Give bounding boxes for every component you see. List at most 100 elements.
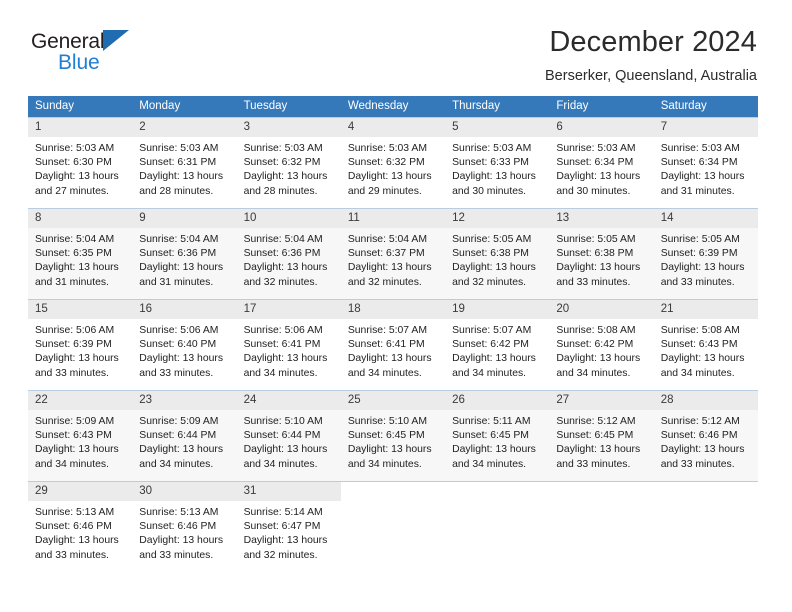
calendar-week-row: 1 Sunrise: 5:03 AM Sunset: 6:30 PM Daylight… [28,117,758,209]
day-cell[interactable]: 11 Sunrise: 5:04 AM Sunset: 6:37 PM Dayligh… [340,209,446,299]
day-cell[interactable]: 6 Sunrise: 5:03 AM Sunset: 6:34 PM Daylight… [549,118,654,208]
daylight-text-line1: Daylight: 13 hours [347,171,432,183]
sunrise-text: Sunrise: 5:13 AM [35,507,115,518]
day-cell[interactable]: 5 Sunrise: 5:03 AM Sunset: 6:33 PM Daylight… [445,118,550,208]
day-number: 7 [653,118,758,137]
sunset-text: Sunset: 6:35 PM [35,248,112,260]
day-cell[interactable]: 26 Sunrise: 5:11 AM Sunset: 6:45 PM Dayligh… [445,391,550,481]
day-cell[interactable]: 24 Sunrise: 5:10 AM Sunset: 6:44 PM Dayligh… [236,391,341,481]
day-cell[interactable]: 12 Sunrise: 5:05 AM Sunset: 6:38 PM Dayligh… [445,209,550,299]
day-number: 25 [340,391,446,410]
day-number: 24 [236,391,341,410]
sunset-text: Sunset: 6:36 PM [243,248,321,260]
day-number: 14 [653,209,758,228]
sunset-text: Sunset: 6:45 PM [556,430,634,442]
day-cell[interactable]: 29 Sunrise: 5:13 AM Sunset: 6:46 PM Dayligh… [28,482,133,572]
sunset-text: Sunset: 6:33 PM [452,157,529,169]
day-cell[interactable]: 19 Sunrise: 5:07 AM Sunset: 6:42 PM Dayligh… [445,300,550,390]
day-cell[interactable]: 2 Sunrise: 5:03 AM Sunset: 6:31 PM Daylight… [132,118,237,208]
daylight-text-line2: and 31 minutes. [660,185,735,197]
daylight-text-line2: and 28 minutes. [139,185,214,197]
day-cell[interactable]: 10 Sunrise: 5:04 AM Sunset: 6:36 PM Dayligh… [236,209,341,299]
day-info: Sunrise: 5:03 AM Sunset: 6:30 PM Daylight:… [28,137,132,199]
day-cell[interactable]: 22 Sunrise: 5:09 AM Sunset: 6:43 PM Dayligh… [28,391,133,481]
daylight-text-line1: Daylight: 13 hours [139,535,224,547]
day-cell[interactable]: 23 Sunrise: 5:09 AM Sunset: 6:44 PM Dayligh… [132,391,237,481]
day-cell[interactable]: 31 Sunrise: 5:14 AM Sunset: 6:47 PM Dayligh… [236,482,341,572]
logo-triangle-icon [103,30,129,51]
day-cell[interactable]: 8 Sunrise: 5:04 AM Sunset: 6:35 PM Daylight… [28,209,133,299]
day-cell[interactable]: 27 Sunrise: 5:12 AM Sunset: 6:45 PM Dayligh… [549,391,654,481]
day-cell[interactable]: 20 Sunrise: 5:08 AM Sunset: 6:42 PM Dayligh… [549,300,654,390]
sunrise-text: Sunrise: 5:06 AM [139,325,219,336]
day-cell[interactable]: 1 Sunrise: 5:03 AM Sunset: 6:30 PM Daylight… [28,118,133,208]
sunset-text: Sunset: 6:37 PM [347,248,425,260]
day-cell[interactable]: 28 Sunrise: 5:12 AM Sunset: 6:46 PM Dayligh… [653,391,758,481]
day-number: 5 [445,118,550,137]
day-number: 1 [28,118,133,137]
day-cell[interactable]: 3 Sunrise: 5:03 AM Sunset: 6:32 PM Daylight… [236,118,341,208]
day-info: Sunrise: 5:04 AM Sunset: 6:36 PM Daylight:… [237,228,341,290]
daylight-text-line2: and 33 minutes. [556,276,631,288]
sunrise-text: Sunrise: 5:08 AM [556,325,636,336]
daylight-text-line2: and 33 minutes. [35,549,109,561]
day-info: Sunrise: 5:03 AM Sunset: 6:32 PM Daylight:… [237,137,341,199]
daylight-text-line2: and 33 minutes. [660,458,735,470]
day-number: 29 [28,482,133,501]
page-title: December 2024 [549,26,757,58]
sunrise-text: Sunrise: 5:04 AM [243,234,323,245]
daylight-text-line2: and 33 minutes. [35,367,109,379]
calendar-week-row: 15 Sunrise: 5:06 AM Sunset: 6:39 PM Dayligh… [28,299,758,391]
daylight-text-line2: and 33 minutes. [139,549,214,561]
sunrise-text: Sunrise: 5:05 AM [660,234,740,245]
day-info: Sunrise: 5:13 AM Sunset: 6:46 PM Daylight:… [28,501,132,563]
daylight-text-line1: Daylight: 13 hours [35,171,119,183]
day-cell[interactable]: 7 Sunrise: 5:03 AM Sunset: 6:34 PM Daylight… [653,118,758,208]
day-info: Sunrise: 5:07 AM Sunset: 6:42 PM Daylight:… [445,319,549,381]
day-cell[interactable]: 30 Sunrise: 5:13 AM Sunset: 6:46 PM Dayligh… [132,482,237,572]
daylight-text-line1: Daylight: 13 hours [556,353,641,365]
sunrise-text: Sunrise: 5:11 AM [452,416,531,427]
daylight-text-line1: Daylight: 13 hours [243,535,328,547]
logo-text-general: General [31,30,105,53]
day-info: Sunrise: 5:05 AM Sunset: 6:38 PM Daylight:… [445,228,549,290]
sunset-text: Sunset: 6:45 PM [452,430,529,442]
day-number: 27 [549,391,654,410]
day-cell[interactable]: 4 Sunrise: 5:03 AM Sunset: 6:32 PM Daylight… [340,118,446,208]
day-number: 2 [132,118,237,137]
sunrise-text: Sunrise: 5:04 AM [139,234,219,245]
sunrise-text: Sunrise: 5:07 AM [347,325,427,336]
day-cell[interactable]: 15 Sunrise: 5:06 AM Sunset: 6:39 PM Dayligh… [28,300,133,390]
day-number: 13 [549,209,654,228]
sunset-text: Sunset: 6:38 PM [556,248,634,260]
sunset-text: Sunset: 6:34 PM [556,157,634,169]
sunset-text: Sunset: 6:41 PM [243,339,321,351]
day-cell[interactable]: 14 Sunrise: 5:05 AM Sunset: 6:39 PM Dayligh… [653,209,758,299]
day-cell[interactable]: 21 Sunrise: 5:08 AM Sunset: 6:43 PM Dayligh… [653,300,758,390]
daylight-text-line2: and 33 minutes. [139,367,214,379]
daylight-text-line2: and 30 minutes. [556,185,631,197]
day-cell[interactable]: 17 Sunrise: 5:06 AM Sunset: 6:41 PM Dayligh… [236,300,341,390]
calendar-week-row: 8 Sunrise: 5:04 AM Sunset: 6:35 PM Daylight… [28,208,758,300]
sunrise-text: Sunrise: 5:09 AM [139,416,219,427]
day-info: Sunrise: 5:08 AM Sunset: 6:43 PM Daylight:… [654,319,758,381]
day-cell[interactable]: 9 Sunrise: 5:04 AM Sunset: 6:36 PM Daylight… [132,209,237,299]
day-number: 18 [340,300,446,319]
sunset-text: Sunset: 6:39 PM [660,248,738,260]
day-cell[interactable]: 25 Sunrise: 5:10 AM Sunset: 6:45 PM Dayligh… [340,391,446,481]
day-cell[interactable]: 16 Sunrise: 5:06 AM Sunset: 6:40 PM Dayligh… [132,300,237,390]
day-cell[interactable]: 18 Sunrise: 5:07 AM Sunset: 6:41 PM Dayligh… [340,300,446,390]
sunset-text: Sunset: 6:41 PM [347,339,425,351]
daylight-text-line2: and 32 minutes. [347,276,422,288]
daylight-text-line1: Daylight: 13 hours [452,353,536,365]
daylight-text-line2: and 34 minutes. [556,367,631,379]
calendar-week-row: 29 Sunrise: 5:13 AM Sunset: 6:46 PM Dayligh… [28,481,758,572]
day-cell[interactable]: 13 Sunrise: 5:05 AM Sunset: 6:38 PM Dayligh… [549,209,654,299]
sunrise-text: Sunrise: 5:09 AM [35,416,115,427]
daylight-text-line2: and 27 minutes. [35,185,109,197]
day-info: Sunrise: 5:10 AM Sunset: 6:45 PM Daylight:… [341,410,445,472]
day-info: Sunrise: 5:03 AM Sunset: 6:33 PM Daylight:… [445,137,549,199]
sunrise-text: Sunrise: 5:10 AM [243,416,323,427]
weekday-header-row: Sunday Monday Tuesday Wednesday Thursday Frid… [28,96,758,118]
weekday-header-thursday: Thursday [445,96,550,118]
